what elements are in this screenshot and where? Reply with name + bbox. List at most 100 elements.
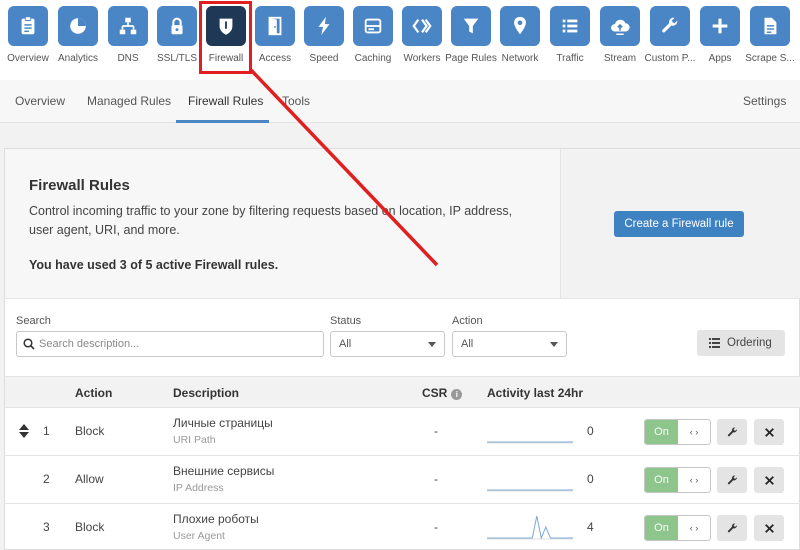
nav-app-label: Custom P... [644,53,696,64]
rule-toggle[interactable]: On ‹ › [644,419,711,445]
list-icon [709,338,720,348]
intro-description: Control incoming traffic to your zone by… [29,204,513,237]
nav-app-label: Speed [309,53,339,64]
annotation-highlight-box [199,1,252,74]
nav-app-traffic[interactable]: Traffic [546,6,594,64]
column-header-activity: Activity last 24hr [487,386,584,400]
status-label: Status [330,315,362,327]
delete-rule-button[interactable] [754,467,784,493]
nav-app-ssl-tls[interactable]: SSL/TLS [153,6,201,64]
action-label: Action [452,315,483,327]
active-tab-indicator [176,120,269,123]
toggle-arrows-icon: ‹ › [689,523,699,533]
nav-app-overview[interactable]: Overview [4,6,52,64]
rule-description[interactable]: Внешние сервисы [173,464,274,478]
lock-icon [171,17,183,35]
rule-action: Block [75,520,105,534]
toggle-on-label: On [645,468,678,492]
search-icon [23,338,35,350]
rule-index: 3 [43,520,50,534]
nav-app-label: Page Rules [445,53,497,64]
sub-navigation: Overview Managed Rules Firewall Rules To… [0,80,800,123]
nav-app-label: Scrape S... [745,53,795,64]
chevron-down-icon [428,342,436,347]
tab-managed-rules[interactable]: Managed Rules [87,94,171,108]
network-tree-icon [119,17,137,35]
table-row: 3 Block Плохие роботы User Agent - 4 On ‹… [5,504,800,550]
activity-count: 4 [587,520,594,534]
action-select[interactable]: All [452,331,567,357]
pie-chart-icon [70,18,86,34]
nav-app-workers[interactable]: Workers [398,6,446,64]
nav-app-dns[interactable]: DNS [104,6,152,64]
action-select-value: All [461,338,474,350]
nav-app-network[interactable]: Network [496,6,544,64]
filter-funnel-icon [463,18,479,34]
lightning-icon [318,16,330,36]
nav-app-apps[interactable]: Apps [696,6,744,64]
wrench-icon [727,427,737,436]
list-icon [562,19,578,33]
rule-index: 2 [43,472,50,486]
nav-app-page-rules[interactable]: Page Rules [445,6,497,64]
intro-panel: Firewall Rules Control incoming traffic … [5,149,560,299]
rule-description[interactable]: Личные страницы [173,416,273,430]
settings-link[interactable]: Settings [743,94,786,108]
nav-app-label: Traffic [556,53,584,64]
info-icon[interactable]: i [451,389,463,400]
rule-usage-text: You have used 3 of 5 active Firewall rul… [29,258,279,272]
create-firewall-rule-button[interactable]: Create a Firewall rule [614,211,744,237]
delete-rule-button[interactable] [754,515,784,541]
nav-app-label: Overview [7,53,49,64]
edit-rule-button[interactable] [717,467,747,493]
door-icon [268,16,282,36]
nav-app-speed[interactable]: Speed [300,6,348,64]
ordering-button[interactable]: Ordering [697,330,785,356]
delete-rule-button[interactable] [754,419,784,445]
edit-rule-button[interactable] [717,419,747,445]
tab-firewall-rules[interactable]: Firewall Rules [188,94,263,108]
activity-count: 0 [587,424,594,438]
workers-chevrons-icon [412,18,432,34]
toggle-on-label: On [645,516,678,540]
nav-app-label: Access [258,53,292,64]
rule-toggle[interactable]: On ‹ › [644,467,711,493]
nav-app-caching[interactable]: Caching [349,6,397,64]
nav-app-analytics[interactable]: Analytics [54,6,102,64]
search-placeholder: Search description... [39,338,140,350]
nav-app-stream[interactable]: Stream [596,6,644,64]
status-select-value: All [339,338,352,350]
nav-app-label: Workers [403,53,441,64]
drag-handle-icon[interactable] [19,424,29,438]
activity-sparkline [487,441,573,444]
nav-app-label: DNS [117,53,139,64]
table-row: 2 Allow Внешние сервисы IP Address - 0 O… [5,456,800,504]
nav-app-label: Caching [354,53,392,64]
status-select[interactable]: All [330,331,445,357]
server-drive-icon [364,18,382,34]
nav-app-label: Network [501,53,539,64]
rule-index: 1 [43,424,50,438]
tab-overview[interactable]: Overview [15,94,65,108]
rule-description[interactable]: Плохие роботы [173,512,259,526]
cloud-upload-icon [611,19,630,35]
nav-app-scrape-shield[interactable]: Scrape S... [745,6,795,64]
column-header-action: Action [75,386,113,400]
tab-tools[interactable]: Tools [282,94,310,108]
table-row: 1 Block Личные страницы URI Path - 0 On ‹… [5,408,800,456]
activity-sparkline [487,515,573,540]
nav-app-access[interactable]: Access [251,6,299,64]
location-pin-icon [514,16,526,35]
nav-app-label: Analytics [57,53,98,64]
rule-field: IP Address [173,482,224,494]
close-icon [764,427,774,437]
app-navigation-bar: Overview Analytics DNS SSL/TLS Firewall … [0,0,800,80]
edit-rule-button[interactable] [717,515,747,541]
rule-csr: - [434,472,438,486]
rule-toggle[interactable]: On ‹ › [644,515,711,541]
nav-app-custom-pages[interactable]: Custom P... [644,6,696,64]
search-input[interactable]: Search description... [16,331,324,357]
rule-csr: - [434,424,438,438]
rule-action: Block [75,424,105,438]
activity-count: 0 [587,472,594,486]
